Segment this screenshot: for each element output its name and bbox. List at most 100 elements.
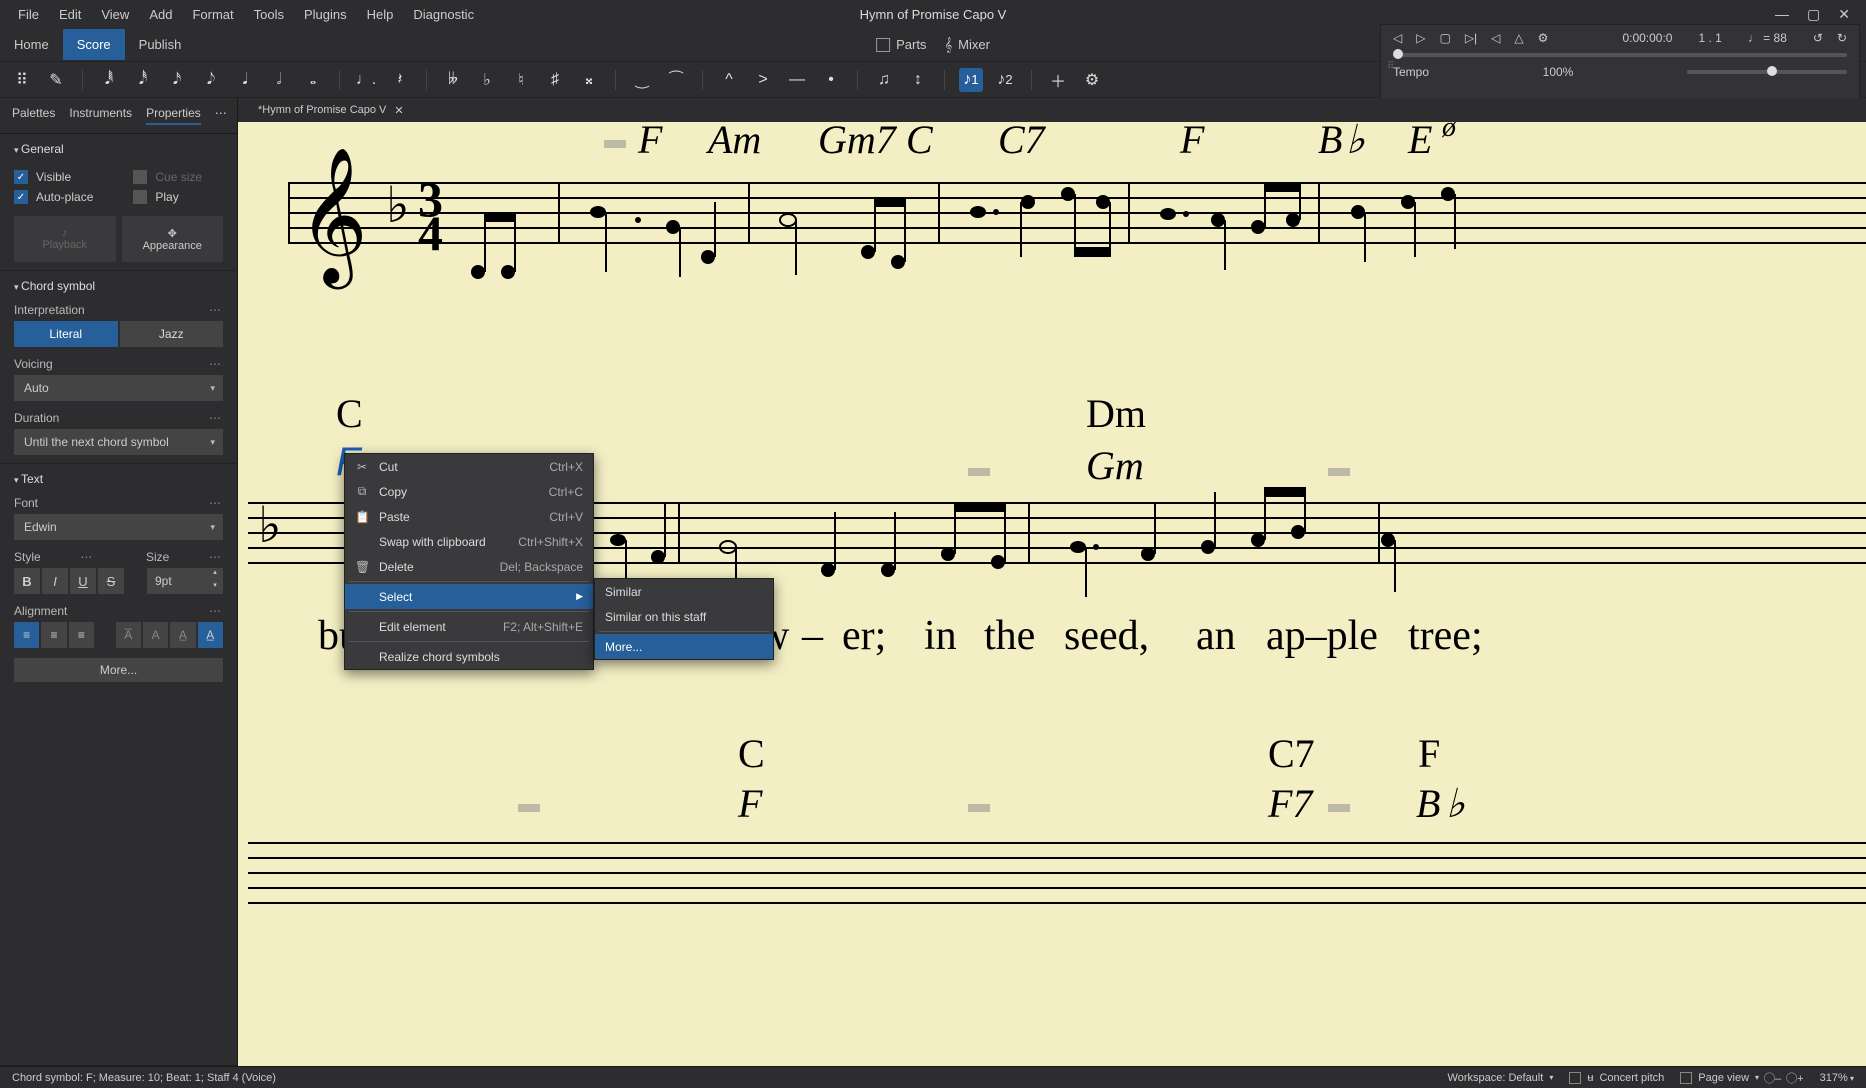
- interpretation-reset-icon[interactable]: ⋯: [209, 303, 223, 317]
- ctx-select[interactable]: Select▶: [345, 584, 593, 609]
- double-sharp-icon[interactable]: 𝄪: [577, 68, 601, 92]
- window-close-icon[interactable]: ✕: [1838, 6, 1850, 23]
- tab-score[interactable]: Score: [63, 29, 125, 60]
- chord-symbol[interactable]: ø: [1442, 122, 1456, 144]
- align-left-button[interactable]: ≡: [14, 622, 39, 648]
- document-tab[interactable]: *Hymn of Promise Capo V ✕: [248, 100, 414, 121]
- voicing-dropdown[interactable]: Auto: [14, 375, 223, 401]
- voicing-reset-icon[interactable]: ⋯: [209, 357, 223, 371]
- note-half-icon[interactable]: 𝅗𝅥: [267, 68, 291, 92]
- workspace-dropdown[interactable]: Workspace: Default: [1448, 1072, 1554, 1084]
- concert-pitch-toggle[interactable]: ʉConcert pitch: [1569, 1072, 1664, 1084]
- double-flat-icon[interactable]: 𝄫: [441, 68, 465, 92]
- window-minimize-icon[interactable]: —: [1775, 6, 1789, 23]
- ctx-select-similar-staff[interactable]: Similar on this staff: [595, 604, 773, 629]
- tab-publish[interactable]: Publish: [125, 29, 196, 60]
- menu-add[interactable]: Add: [139, 3, 182, 26]
- settings-gear-icon[interactable]: ⚙: [1538, 31, 1549, 45]
- lyric[interactable]: –: [802, 612, 823, 660]
- drag-grip-icon[interactable]: ⠿: [1387, 61, 1394, 72]
- cuesize-checkbox[interactable]: [133, 170, 147, 184]
- flat-icon[interactable]: ♭: [475, 68, 499, 92]
- text-header[interactable]: Text: [14, 472, 223, 486]
- ctx-select-more[interactable]: More...: [595, 634, 773, 659]
- zoom-level[interactable]: 317%: [1820, 1072, 1854, 1084]
- size-up-icon[interactable]: ▴: [207, 568, 223, 581]
- undo-playback-icon[interactable]: ↺: [1813, 31, 1823, 45]
- voice-1-button[interactable]: ♪1: [959, 68, 983, 92]
- layout-handle[interactable]: [518, 804, 540, 812]
- chord-symbol[interactable]: F: [638, 122, 662, 163]
- menu-plugins[interactable]: Plugins: [294, 3, 357, 26]
- redo-playback-icon[interactable]: ↻: [1837, 31, 1847, 45]
- bold-button[interactable]: B: [14, 568, 40, 594]
- chord-symbol[interactable]: C: [906, 122, 933, 163]
- chord-symbol[interactable]: C7: [1268, 730, 1315, 777]
- metronome-icon[interactable]: ◁: [1491, 31, 1500, 45]
- countin-icon[interactable]: △: [1514, 31, 1523, 45]
- natural-icon[interactable]: ♮: [509, 68, 533, 92]
- general-header[interactable]: General: [14, 142, 223, 156]
- chord-symbol[interactable]: Dm: [1086, 390, 1146, 437]
- menu-edit[interactable]: Edit: [49, 3, 91, 26]
- lyric[interactable]: seed,: [1064, 612, 1149, 660]
- add-icon[interactable]: ＋: [1046, 68, 1070, 92]
- voice-2-button[interactable]: ♪2: [993, 68, 1017, 92]
- font-dropdown[interactable]: Edwin: [14, 514, 223, 540]
- strike-button[interactable]: S: [98, 568, 124, 594]
- ctx-paste[interactable]: 📋PasteCtrl+V: [345, 504, 593, 529]
- layout-handle[interactable]: [1328, 804, 1350, 812]
- literal-button[interactable]: Literal: [14, 321, 118, 347]
- tie-icon[interactable]: ‿: [630, 68, 654, 92]
- visible-checkbox[interactable]: ✓: [14, 170, 28, 184]
- duration-reset-icon[interactable]: ⋯: [209, 411, 223, 425]
- chord-symbol[interactable]: Gm: [1086, 442, 1144, 489]
- tenuto-icon[interactable]: —: [785, 68, 809, 92]
- ctx-cut[interactable]: ✂CutCtrl+X: [345, 454, 593, 479]
- toolbar-settings-icon[interactable]: ⚙: [1080, 68, 1104, 92]
- underline-button[interactable]: U: [70, 568, 96, 594]
- align-center-button[interactable]: ≡: [41, 622, 66, 648]
- style-reset-icon[interactable]: ⋯: [80, 550, 94, 564]
- menu-tools[interactable]: Tools: [244, 3, 294, 26]
- chord-symbol[interactable]: ♭: [1446, 780, 1465, 827]
- sidetab-properties[interactable]: Properties: [146, 106, 201, 125]
- rest-icon[interactable]: 𝄽: [388, 68, 412, 92]
- loop-icon[interactable]: ▢: [1439, 31, 1450, 45]
- window-maximize-icon[interactable]: ▢: [1807, 6, 1820, 23]
- size-down-icon[interactable]: ▾: [207, 581, 223, 594]
- parts-button[interactable]: Parts: [876, 37, 926, 52]
- size-reset-icon[interactable]: ⋯: [209, 550, 223, 564]
- ctx-select-similar[interactable]: Similar: [595, 579, 773, 604]
- ctx-edit-element[interactable]: Edit elementF2; Alt+Shift+E: [345, 614, 593, 639]
- pencil-icon[interactable]: ✎: [44, 68, 68, 92]
- mixer-button[interactable]: 𝄞Mixer: [944, 37, 989, 53]
- lyric[interactable]: in: [924, 612, 957, 660]
- chord-symbol[interactable]: ♭: [1346, 122, 1365, 163]
- font-reset-icon[interactable]: ⋯: [209, 496, 223, 510]
- menu-diagnostic[interactable]: Diagnostic: [403, 3, 484, 26]
- lyric[interactable]: ap–ple: [1266, 612, 1378, 660]
- menu-view[interactable]: View: [91, 3, 139, 26]
- tuplet-icon[interactable]: ♫: [872, 68, 896, 92]
- ctx-delete[interactable]: 🗑DeleteDel; Backspace: [345, 554, 593, 579]
- dot-icon[interactable]: ♩.: [354, 68, 378, 92]
- ctx-swap[interactable]: Swap with clipboardCtrl+Shift+X: [345, 529, 593, 554]
- lyric[interactable]: an: [1196, 612, 1236, 660]
- pageview-dropdown[interactable]: Page view: [1680, 1072, 1759, 1084]
- note-whole-icon[interactable]: 𝅝: [301, 68, 325, 92]
- more-button[interactable]: More...: [14, 658, 223, 682]
- position-slider[interactable]: [1393, 53, 1847, 57]
- chord-symbol[interactable]: B: [1416, 780, 1440, 827]
- menu-file[interactable]: File: [8, 3, 49, 26]
- chord-symbol[interactable]: B: [1318, 122, 1342, 163]
- chord-symbol[interactable]: E: [1408, 122, 1432, 163]
- jazz-button[interactable]: Jazz: [120, 321, 224, 347]
- play-icon[interactable]: ▷: [1416, 31, 1425, 45]
- chord-symbol[interactable]: C7: [998, 122, 1045, 163]
- chord-symbol[interactable]: F: [1180, 122, 1204, 163]
- alignment-reset-icon[interactable]: ⋯: [209, 604, 223, 618]
- close-tab-icon[interactable]: ✕: [394, 104, 403, 117]
- lyric[interactable]: er;: [842, 612, 886, 660]
- zoom-in-icon[interactable]: ⃝+: [1797, 1070, 1803, 1086]
